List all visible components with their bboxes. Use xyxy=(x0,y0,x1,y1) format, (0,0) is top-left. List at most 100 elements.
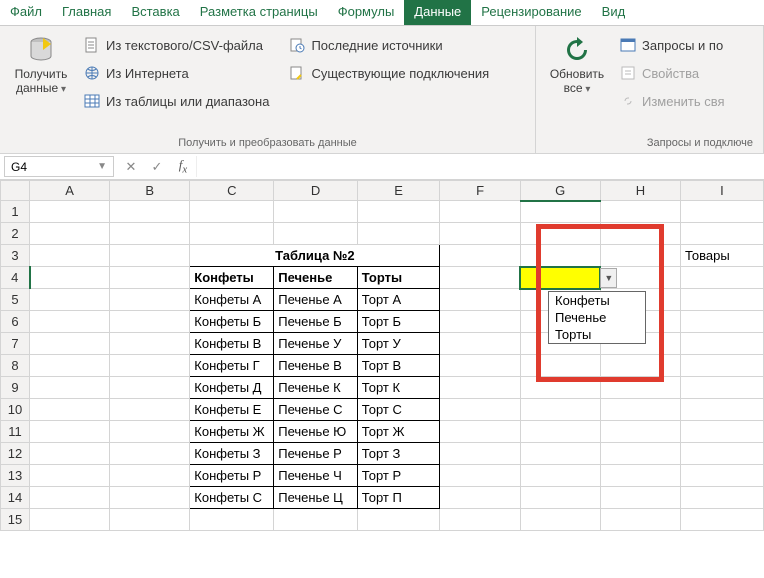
cell-H1[interactable] xyxy=(600,201,680,223)
cell-C11[interactable]: Конфеты Ж xyxy=(190,421,274,443)
cell-D5[interactable]: Печенье А xyxy=(274,289,358,311)
cell-A12[interactable] xyxy=(30,443,110,465)
cell-C13[interactable]: Конфеты Р xyxy=(190,465,274,487)
cell-C9[interactable]: Конфеты Д xyxy=(190,377,274,399)
cell-E7[interactable]: Торт У xyxy=(357,333,440,355)
cell-H10[interactable] xyxy=(600,399,680,421)
cell-F1[interactable] xyxy=(440,201,520,223)
cell-C8[interactable]: Конфеты Г xyxy=(190,355,274,377)
cell-A7[interactable] xyxy=(30,333,110,355)
col-header-B[interactable]: B xyxy=(110,181,190,201)
cell-E15[interactable] xyxy=(357,509,440,531)
select-all-corner[interactable] xyxy=(1,181,30,201)
row-header-15[interactable]: 15 xyxy=(1,509,30,531)
cell-I10[interactable] xyxy=(680,399,763,421)
cell-H3[interactable] xyxy=(600,245,680,267)
cell-G8[interactable] xyxy=(520,355,600,377)
cancel-formula-button[interactable]: ✕ xyxy=(118,159,144,175)
cell-E2[interactable] xyxy=(357,223,440,245)
cell-G11[interactable] xyxy=(520,421,600,443)
cell-D13[interactable]: Печенье Ч xyxy=(274,465,358,487)
enter-formula-button[interactable]: ✓ xyxy=(144,159,170,175)
cell-F8[interactable] xyxy=(440,355,520,377)
cell-G2[interactable] xyxy=(520,223,600,245)
cell-E12[interactable]: Торт З xyxy=(357,443,440,465)
cell-F7[interactable] xyxy=(440,333,520,355)
cell-F4[interactable] xyxy=(440,267,520,289)
cell-I15[interactable] xyxy=(680,509,763,531)
cell-B9[interactable] xyxy=(110,377,190,399)
cell-B10[interactable] xyxy=(110,399,190,421)
cell-B6[interactable] xyxy=(110,311,190,333)
cell-F3[interactable] xyxy=(440,245,520,267)
ribbon-tab-главная[interactable]: Главная xyxy=(52,0,121,25)
row-header-12[interactable]: 12 xyxy=(1,443,30,465)
cell-B7[interactable] xyxy=(110,333,190,355)
existing-connections-button[interactable]: Существующие подключения xyxy=(289,62,489,84)
row-header-8[interactable]: 8 xyxy=(1,355,30,377)
cell-C4[interactable]: Конфеты xyxy=(190,267,274,289)
name-box-dropdown-icon[interactable]: ▼ xyxy=(97,161,107,172)
cell-I2[interactable] xyxy=(680,223,763,245)
ribbon-tab-формулы[interactable]: Формулы xyxy=(328,0,405,25)
ribbon-tab-вставка[interactable]: Вставка xyxy=(121,0,189,25)
recent-sources-button[interactable]: Последние источники xyxy=(289,34,489,56)
cell-B11[interactable] xyxy=(110,421,190,443)
cell-H2[interactable] xyxy=(600,223,680,245)
cell-H11[interactable] xyxy=(600,421,680,443)
row-header-6[interactable]: 6 xyxy=(1,311,30,333)
cell-B14[interactable] xyxy=(110,487,190,509)
row-header-1[interactable]: 1 xyxy=(1,201,30,223)
cell-I4[interactable] xyxy=(680,267,763,289)
formula-input[interactable] xyxy=(196,156,764,177)
cell-F10[interactable] xyxy=(440,399,520,421)
cell-C14[interactable]: Конфеты С xyxy=(190,487,274,509)
cell-G15[interactable] xyxy=(520,509,600,531)
cell-D11[interactable]: Печенье Ю xyxy=(274,421,358,443)
cell-D4[interactable]: Печенье xyxy=(274,267,358,289)
cell-I9[interactable] xyxy=(680,377,763,399)
cell-C2[interactable] xyxy=(190,223,274,245)
cell-I13[interactable] xyxy=(680,465,763,487)
cell-C15[interactable] xyxy=(190,509,274,531)
cell-D9[interactable]: Печенье К xyxy=(274,377,358,399)
row-header-7[interactable]: 7 xyxy=(1,333,30,355)
cell-A6[interactable] xyxy=(30,311,110,333)
cell-E9[interactable]: Торт К xyxy=(357,377,440,399)
cell-A13[interactable] xyxy=(30,465,110,487)
fx-button[interactable]: fx xyxy=(170,157,196,176)
ribbon-tab-вид[interactable]: Вид xyxy=(592,0,636,25)
cell-F14[interactable] xyxy=(440,487,520,509)
cell-F13[interactable] xyxy=(440,465,520,487)
cell-G1[interactable] xyxy=(520,201,600,223)
col-header-I[interactable]: I xyxy=(680,181,763,201)
row-header-10[interactable]: 10 xyxy=(1,399,30,421)
cell-B8[interactable] xyxy=(110,355,190,377)
cell-A15[interactable] xyxy=(30,509,110,531)
cell-A1[interactable] xyxy=(30,201,110,223)
cell-G14[interactable] xyxy=(520,487,600,509)
cell-F5[interactable] xyxy=(440,289,520,311)
cell-E5[interactable]: Торт А xyxy=(357,289,440,311)
cell-A10[interactable] xyxy=(30,399,110,421)
cell-I6[interactable] xyxy=(680,311,763,333)
cell-C1[interactable] xyxy=(190,201,274,223)
col-header-F[interactable]: F xyxy=(440,181,520,201)
refresh-all-button[interactable]: Обновить все xyxy=(542,30,612,100)
properties-button[interactable]: Свойства xyxy=(620,62,725,84)
cell-I3[interactable]: Товары xyxy=(680,245,763,267)
cell-E1[interactable] xyxy=(357,201,440,223)
cell-A9[interactable] xyxy=(30,377,110,399)
cell-F9[interactable] xyxy=(440,377,520,399)
col-header-C[interactable]: C xyxy=(190,181,274,201)
col-header-H[interactable]: H xyxy=(600,181,680,201)
cell-B2[interactable] xyxy=(110,223,190,245)
cell-D15[interactable] xyxy=(274,509,358,531)
cell-A2[interactable] xyxy=(30,223,110,245)
dropdown-option[interactable]: Торты xyxy=(549,326,645,343)
cell-D14[interactable]: Печенье Ц xyxy=(274,487,358,509)
row-header-5[interactable]: 5 xyxy=(1,289,30,311)
cell-E4[interactable]: Торты xyxy=(357,267,440,289)
cell-H15[interactable] xyxy=(600,509,680,531)
cell-B1[interactable] xyxy=(110,201,190,223)
